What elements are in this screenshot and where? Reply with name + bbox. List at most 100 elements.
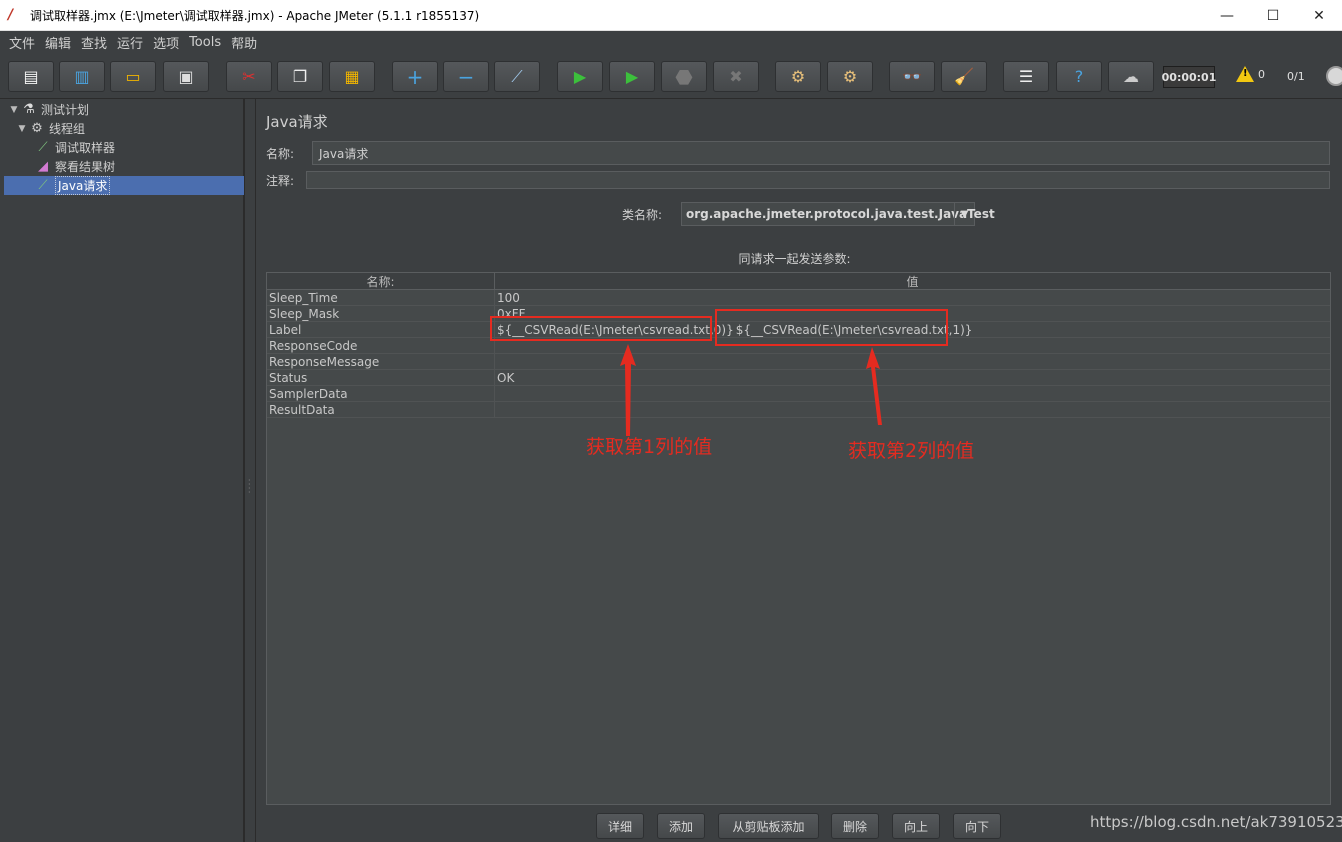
open-icon: ▭ xyxy=(125,66,141,86)
param-name-cell[interactable]: Sleep_Time xyxy=(267,290,495,306)
comment-label: 注释: xyxy=(266,173,295,188)
remote-icon: ☁ xyxy=(1123,66,1139,86)
move-up-button[interactable]: 向上 xyxy=(892,813,940,839)
param-value-cell[interactable]: 100 xyxy=(495,290,1330,306)
tree-node-debug-sampler[interactable]: ⟋ 调试取样器 xyxy=(34,138,115,157)
clear-icon: ⚙ xyxy=(790,66,806,86)
column-header-name[interactable]: 名称: xyxy=(267,273,495,290)
help-button[interactable]: ? xyxy=(1056,61,1102,92)
menu-tools[interactable]: Tools xyxy=(184,35,226,50)
templates-icon: ▥ xyxy=(74,66,90,86)
menu-file[interactable]: 文件 xyxy=(4,33,40,52)
table-header: 名称: 值 xyxy=(267,273,1330,290)
test-plan-tree: ▼ ⚗ 测试计划 ▼ ⚙ 线程组 ⟋ 调试取样器 ◢ 察看结果树 ⟋ Java请… xyxy=(4,99,244,842)
start-button[interactable]: ▶ xyxy=(557,61,603,92)
start-no-pauses-button[interactable]: ▶ xyxy=(609,61,655,92)
templates-button[interactable]: ▥ xyxy=(59,61,105,92)
table-row[interactable]: ResultData xyxy=(267,402,1330,418)
remote-button[interactable]: ☁ xyxy=(1108,61,1154,92)
clear-all-button[interactable]: ⚙ xyxy=(827,61,873,92)
param-name-cell[interactable]: Status xyxy=(267,370,495,386)
table-row[interactable]: Sleep_Time 100 xyxy=(267,290,1330,306)
globe-icon[interactable] xyxy=(1326,66,1342,86)
expand-button[interactable]: + xyxy=(392,61,438,92)
clear-button[interactable]: ⚙ xyxy=(775,61,821,92)
move-down-button[interactable]: 向下 xyxy=(953,813,1001,839)
collapse-button[interactable]: − xyxy=(443,61,489,92)
search-button[interactable]: 👓 xyxy=(889,61,935,92)
new-button[interactable]: ▤ xyxy=(8,61,54,92)
toggle-button[interactable]: ⟋ xyxy=(494,61,540,92)
close-button[interactable]: ✕ xyxy=(1296,0,1342,31)
toggle-icon: ⟋ xyxy=(511,66,523,86)
tree-node-label: 调试取样器 xyxy=(55,141,116,155)
paste-button[interactable]: ▦ xyxy=(329,61,375,92)
warning-indicator[interactable]: 0 xyxy=(1236,66,1265,82)
param-name-cell[interactable]: Sleep_Mask xyxy=(267,306,495,322)
cut-button[interactable]: ✂ xyxy=(226,61,272,92)
comment-field[interactable] xyxy=(306,171,1330,189)
expand-arrow-icon[interactable]: ▼ xyxy=(8,105,20,115)
name-row: 名称: xyxy=(266,141,306,165)
function-helper-icon: ☰ xyxy=(1018,66,1034,86)
splitter-handle[interactable]: · · · · xyxy=(244,99,256,842)
expand-arrow-icon[interactable]: ▼ xyxy=(16,124,28,134)
tree-node-java-request[interactable]: ⟋ Java请求 xyxy=(4,176,244,195)
classname-value: org.apache.jmeter.protocol.java.test.Jav… xyxy=(686,207,995,221)
table-row[interactable]: SamplerData xyxy=(267,386,1330,402)
chart-icon: ◢ xyxy=(38,159,48,174)
menu-options[interactable]: 选项 xyxy=(148,33,184,52)
tree-node-test-plan[interactable]: ▼ ⚗ 测试计划 xyxy=(8,100,89,119)
toolbar: ▤ ▥ ▭ ▣ ✂ ❐ ▦ + − ⟋ ▶ ▶ ⬣ ✖ ⚙ ⚙ 👓 🧹 ☰? ☁ xyxy=(0,53,1342,99)
name-field[interactable]: Java请求 xyxy=(312,141,1330,165)
menu-help[interactable]: 帮助 xyxy=(226,33,262,52)
classname-select[interactable]: org.apache.jmeter.protocol.java.test.Jav… xyxy=(681,202,995,226)
menu-search[interactable]: 查找 xyxy=(76,33,112,52)
warning-count: 0 xyxy=(1258,67,1265,81)
elapsed-timer: 00:00:01 xyxy=(1162,66,1216,88)
chevron-down-icon[interactable]: ▼ xyxy=(954,203,974,225)
annotation-arrow-col2 xyxy=(866,347,882,425)
window-controls: — ☐ ✕ xyxy=(1204,0,1342,31)
copy-button[interactable]: ❐ xyxy=(277,61,323,92)
save-button[interactable]: ▣ xyxy=(163,61,209,92)
search-icon: 👓 xyxy=(902,66,922,86)
pipette-icon: ⟋ xyxy=(38,140,48,155)
add-button[interactable]: 添加 xyxy=(657,813,705,839)
minimize-button[interactable]: — xyxy=(1204,0,1250,31)
function-helper-button[interactable]: ☰ xyxy=(1003,61,1049,92)
param-name-cell[interactable]: ResponseMessage xyxy=(267,354,495,370)
jmeter-feather-icon: / xyxy=(8,7,14,23)
detail-button[interactable]: 详细 xyxy=(596,813,644,839)
tree-node-view-results-tree[interactable]: ◢ 察看结果树 xyxy=(34,157,115,176)
watermark: https://blog.csdn.net/ak739105231 xyxy=(1090,813,1342,831)
param-name-cell[interactable]: ResponseCode xyxy=(267,338,495,354)
help-icon: ? xyxy=(1074,66,1084,86)
maximize-button[interactable]: ☐ xyxy=(1250,0,1296,31)
param-name-cell[interactable]: SamplerData xyxy=(267,386,495,402)
comment-row: 注释: xyxy=(266,168,306,192)
params-table: 名称: 值 Sleep_Time 100 Sleep_Mask 0xFF Label ${… xyxy=(266,272,1331,805)
reset-search-button[interactable]: 🧹 xyxy=(941,61,987,92)
tree-node-label: 线程组 xyxy=(49,122,86,136)
annotation-box-col1 xyxy=(490,316,712,341)
reset-search-icon: 🧹 xyxy=(954,66,974,86)
classname-label: 类名称: xyxy=(622,208,663,222)
table-row[interactable]: Status OK xyxy=(267,370,1330,386)
stop-button[interactable]: ⬣ xyxy=(661,61,707,92)
annotation-arrow-col1 xyxy=(620,344,636,436)
tree-node-thread-group[interactable]: ▼ ⚙ 线程组 xyxy=(16,119,85,138)
param-name-cell[interactable]: ResultData xyxy=(267,402,495,418)
shutdown-button[interactable]: ✖ xyxy=(713,61,759,92)
table-row[interactable]: ResponseMessage xyxy=(267,354,1330,370)
open-button[interactable]: ▭ xyxy=(110,61,156,92)
delete-button[interactable]: 删除 xyxy=(831,813,879,839)
add-from-clipboard-button[interactable]: 从剪贴板添加 xyxy=(718,813,819,839)
menu-run[interactable]: 运行 xyxy=(112,33,148,52)
params-title: 同请求一起发送参数: xyxy=(738,252,851,266)
menu-edit[interactable]: 编辑 xyxy=(40,33,76,52)
pipette-icon: ⟋ xyxy=(38,178,48,193)
param-name-cell[interactable]: Label xyxy=(267,322,495,338)
column-header-value[interactable]: 值 xyxy=(495,273,1330,290)
flask-icon: ⚗ xyxy=(23,102,35,117)
